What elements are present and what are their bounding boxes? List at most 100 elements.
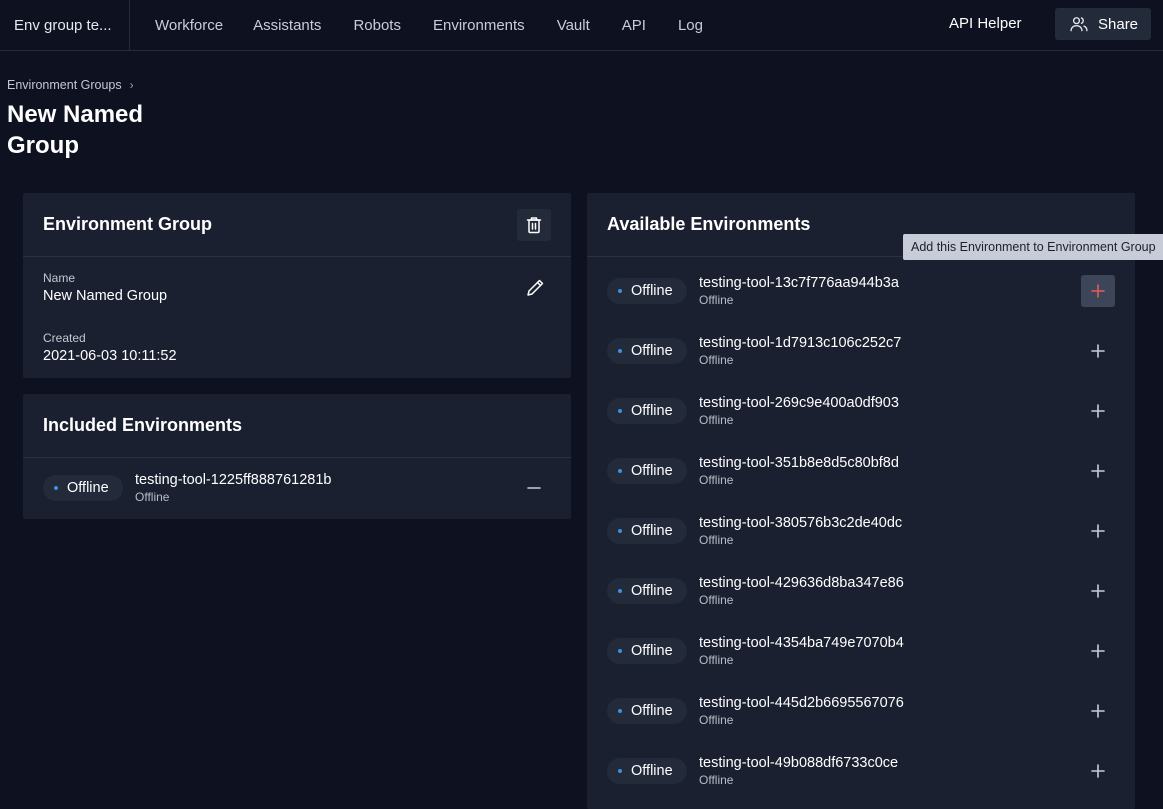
available-environments-list: Offline testing-tool-13c7f776aa944b3a Of… (587, 257, 1135, 801)
name-field: Name New Named Group (43, 271, 167, 304)
env-substatus: Offline (699, 773, 734, 787)
status-dot-icon (618, 469, 622, 473)
env-name[interactable]: testing-tool-4354ba749e7070b4 (699, 635, 904, 652)
env-info: testing-tool-351b8e8d5c80bf8d Offline (699, 455, 899, 487)
env-name[interactable]: testing-tool-1225ff888761281b (135, 472, 331, 489)
add-environment-button[interactable] (1081, 335, 1115, 367)
add-environment-tooltip: Add this Environment to Environment Grou… (903, 234, 1163, 260)
env-substatus: Offline (699, 293, 734, 307)
created-label: Created (43, 331, 86, 345)
env-info: testing-tool-445d2b6695567076 Offline (699, 695, 904, 727)
status-dot-icon (618, 349, 622, 353)
status-badge: Offline (607, 338, 687, 364)
env-info: testing-tool-269c9e400a0df903 Offline (699, 395, 899, 427)
env-name[interactable]: testing-tool-269c9e400a0df903 (699, 395, 899, 412)
status-badge: Offline (607, 458, 687, 484)
available-env-row: Offline testing-tool-1d7913c106c252c7 Of… (587, 321, 1135, 381)
chevron-right-icon: › (129, 78, 134, 92)
env-name[interactable]: testing-tool-13c7f776aa944b3a (699, 275, 899, 292)
status-dot-icon (618, 409, 622, 413)
env-info: testing-tool-1225ff888761281b Offline (135, 472, 331, 504)
page-title: New Named Group (7, 101, 144, 159)
delete-group-button[interactable] (517, 209, 551, 241)
card-title: Included Environments (43, 415, 243, 435)
environment-group-card: Environment Group Name New Named Group C… (23, 193, 571, 378)
env-name[interactable]: testing-tool-429636d8ba347e86 (699, 575, 904, 592)
plus-icon (1091, 344, 1105, 358)
add-environment-button[interactable] (1081, 695, 1115, 727)
plus-icon (1091, 704, 1105, 718)
env-info: testing-tool-49b088df6733c0ce Offline (699, 755, 898, 787)
workspace-name[interactable]: Env group te... (0, 0, 130, 51)
api-helper-link[interactable]: API Helper (949, 15, 1022, 32)
main-nav: Workforce Assistants Robots Environments… (130, 0, 735, 51)
included-env-row: Offline testing-tool-1225ff888761281b Of… (23, 458, 571, 518)
status-badge: Offline (607, 638, 687, 664)
nav-vault[interactable]: Vault (557, 17, 590, 34)
name-value: New Named Group (43, 288, 168, 304)
users-icon (1070, 17, 1088, 32)
env-info: testing-tool-1d7913c106c252c7 Offline (699, 335, 901, 367)
add-environment-button[interactable] (1081, 635, 1115, 667)
env-substatus: Offline (699, 413, 734, 427)
status-dot-icon (618, 769, 622, 773)
status-dot-icon (618, 589, 622, 593)
env-name[interactable]: testing-tool-1d7913c106c252c7 (699, 335, 901, 352)
add-environment-button[interactable] (1081, 275, 1115, 307)
available-env-row: Offline testing-tool-13c7f776aa944b3a Of… (587, 261, 1135, 321)
status-badge: Offline (607, 578, 687, 604)
status-label: Offline (67, 480, 109, 496)
status-badge: Offline (607, 698, 687, 724)
included-environments-card: Included Environments Offline testing-to… (23, 394, 571, 519)
top-navigation-bar: Env group te... Workforce Assistants Rob… (0, 0, 1163, 51)
card-header: Included Environments (23, 394, 571, 458)
env-name[interactable]: testing-tool-49b088df6733c0ce (699, 755, 898, 772)
status-dot-icon (618, 289, 622, 293)
available-env-row: Offline testing-tool-429636d8ba347e86 Of… (587, 561, 1135, 621)
minus-icon (527, 487, 541, 489)
add-environment-button[interactable] (1081, 755, 1115, 787)
available-env-row: Offline testing-tool-445d2b6695567076 Of… (587, 681, 1135, 741)
edit-name-button[interactable] (525, 278, 545, 298)
share-label: Share (1098, 15, 1139, 33)
pencil-icon (527, 279, 544, 296)
nav-log[interactable]: Log (678, 17, 703, 34)
nav-robots[interactable]: Robots (353, 17, 401, 34)
add-environment-button[interactable] (1081, 395, 1115, 427)
env-name[interactable]: testing-tool-445d2b6695567076 (699, 695, 904, 712)
env-name[interactable]: testing-tool-351b8e8d5c80bf8d (699, 455, 899, 472)
nav-assistants[interactable]: Assistants (253, 17, 321, 34)
env-info: testing-tool-13c7f776aa944b3a Offline (699, 275, 899, 307)
remove-environment-button[interactable] (517, 472, 551, 504)
status-dot-icon (618, 709, 622, 713)
plus-icon (1091, 464, 1105, 478)
available-env-row: Offline testing-tool-269c9e400a0df903 Of… (587, 381, 1135, 441)
status-badge: Offline (607, 278, 687, 304)
available-env-row: Offline testing-tool-351b8e8d5c80bf8d Of… (587, 441, 1135, 501)
nav-api[interactable]: API (622, 17, 646, 34)
card-header: Environment Group (23, 193, 571, 257)
available-environments-card: Available Environments Offline testing-t… (587, 193, 1135, 809)
share-button[interactable]: Share (1055, 8, 1151, 40)
plus-icon (1091, 524, 1105, 538)
status-badge: Offline (607, 518, 687, 544)
card-title: Available Environments (607, 214, 811, 234)
available-env-row: Offline testing-tool-49b088df6733c0ce Of… (587, 741, 1135, 801)
add-environment-button[interactable] (1081, 575, 1115, 607)
status-label: Offline (631, 703, 673, 719)
nav-workforce[interactable]: Workforce (155, 17, 223, 34)
status-dot-icon (618, 649, 622, 653)
env-info: testing-tool-429636d8ba347e86 Offline (699, 575, 904, 607)
add-environment-button[interactable] (1081, 515, 1115, 547)
breadcrumb-environment-groups[interactable]: Environment Groups (7, 78, 122, 92)
status-dot-icon (618, 529, 622, 533)
status-label: Offline (631, 583, 673, 599)
status-label: Offline (631, 343, 673, 359)
env-substatus: Offline (699, 593, 734, 607)
nav-environments[interactable]: Environments (433, 17, 525, 34)
env-name[interactable]: testing-tool-380576b3c2de40dc (699, 515, 902, 532)
created-value: 2021-06-03 10:11:52 (43, 348, 177, 364)
breadcrumb: Environment Groups › (7, 78, 134, 92)
add-environment-button[interactable] (1081, 455, 1115, 487)
status-label: Offline (631, 643, 673, 659)
